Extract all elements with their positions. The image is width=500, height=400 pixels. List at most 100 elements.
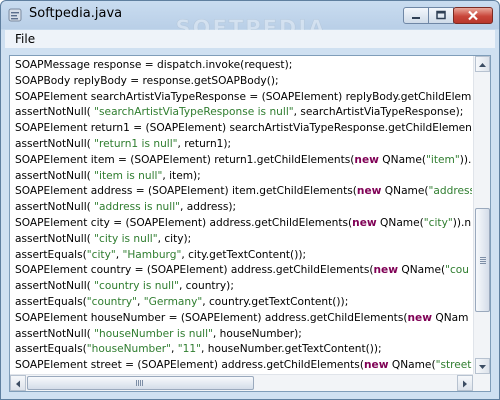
code-text: , country.getTextContent()); bbox=[202, 295, 349, 308]
code-line: assertNotNull( "city is null", city); bbox=[15, 232, 472, 248]
arrow-right-icon bbox=[463, 380, 467, 388]
code-text: , country); bbox=[178, 280, 234, 293]
code-text: , city); bbox=[157, 232, 192, 245]
string-literal: "city is null" bbox=[94, 232, 158, 245]
code-text: SOAPBody replyBody = response.getSOAPBod… bbox=[15, 74, 279, 87]
code-line: assertNotNull( "searchArtistViaTypeRespo… bbox=[15, 105, 472, 121]
string-literal: "houseNumber" bbox=[86, 343, 172, 356]
code-line: assertNotNull( "country is null", countr… bbox=[15, 279, 472, 295]
code-line: assertNotNull( "return1 is null", return… bbox=[15, 137, 472, 153]
string-literal: "11" bbox=[177, 343, 202, 356]
string-literal: "city" bbox=[423, 216, 453, 229]
code-text: SOAPElement houseNumber = (SOAPElement) … bbox=[15, 311, 408, 324]
code-text: SOAPElement country = (SOAPElement) addr… bbox=[15, 264, 374, 277]
arrow-down-icon bbox=[479, 365, 486, 369]
scroll-right-button[interactable] bbox=[457, 375, 473, 391]
vertical-scroll-thumb[interactable] bbox=[475, 208, 490, 312]
code-text: , item); bbox=[162, 169, 201, 182]
code-line: SOAPMessage response = dispatch.invoke(r… bbox=[15, 58, 472, 74]
window-title: Softpedia.java bbox=[29, 6, 123, 21]
code-line: assertNotNull( "houseNumber is null", ho… bbox=[15, 327, 472, 343]
code-text: QNam bbox=[432, 311, 469, 324]
code-text: assertEquals( bbox=[15, 295, 87, 308]
arrow-up-icon bbox=[479, 63, 486, 67]
code-text: SOAPElement city = (SOAPElement) address… bbox=[15, 216, 353, 229]
code-line: SOAPElement city = (SOAPElement) address… bbox=[15, 216, 472, 232]
code-text: , bbox=[137, 295, 144, 308]
code-line: assertEquals("city", "Hamburg", city.get… bbox=[15, 248, 472, 264]
code-line: assertNotNull( "item is null", item); bbox=[15, 169, 472, 185]
string-literal: "item" bbox=[426, 153, 460, 166]
keyword: new bbox=[352, 216, 377, 229]
code-text: , return1); bbox=[177, 137, 232, 150]
code-text: , houseNumber.getTextContent()); bbox=[201, 343, 382, 356]
code-text: assertNotNull( bbox=[15, 201, 95, 214]
code-editor[interactable]: SOAPMessage response = dispatch.invoke(r… bbox=[9, 55, 491, 392]
code-text-area[interactable]: SOAPMessage response = dispatch.invoke(r… bbox=[10, 56, 472, 374]
code-text: QName( bbox=[381, 185, 429, 198]
maximize-icon bbox=[436, 10, 446, 20]
keyword: new bbox=[363, 359, 389, 372]
maximize-button[interactable] bbox=[428, 7, 454, 24]
arrow-left-icon bbox=[16, 380, 20, 388]
code-text: assertEquals( bbox=[15, 343, 87, 356]
code-text: )). bbox=[459, 153, 472, 166]
menu-bar: File bbox=[5, 30, 495, 48]
code-text: SOAPMessage response = dispatch.invoke(r… bbox=[15, 59, 293, 71]
string-literal: "houseNumber is null" bbox=[94, 327, 213, 340]
menu-file[interactable]: File bbox=[15, 32, 35, 46]
scroll-left-button[interactable] bbox=[10, 375, 26, 391]
code-text: , address); bbox=[180, 201, 237, 214]
code-line: SOAPBody replyBody = response.getSOAPBod… bbox=[15, 74, 472, 90]
string-literal: "searchArtistViaTypeResponse is null" bbox=[94, 106, 294, 119]
scroll-up-button[interactable] bbox=[475, 56, 490, 72]
code-line: SOAPElement country = (SOAPElement) addr… bbox=[15, 263, 472, 279]
code-text: SOAPElement return1 = (SOAPElement) sear… bbox=[15, 122, 472, 135]
app-window: Softpedia.java SOFTPEDIA File SOAPMessag… bbox=[0, 0, 500, 400]
code-line: assertEquals("country", "Germany", count… bbox=[15, 295, 472, 311]
string-literal: "address is null" bbox=[94, 201, 181, 214]
code-text: SOAPElement address = (SOAPElement) item… bbox=[15, 185, 357, 198]
code-text: assertEquals( bbox=[15, 248, 87, 261]
code-line: assertEquals("houseNumber", "11", houseN… bbox=[15, 342, 472, 358]
keyword: new bbox=[354, 153, 379, 166]
string-literal: "item is null" bbox=[94, 169, 163, 182]
code-line: SOAPElement houseNumber = (SOAPElement) … bbox=[15, 311, 472, 327]
minimize-icon bbox=[412, 17, 420, 19]
code-text: assertNotNull( bbox=[15, 137, 95, 150]
keyword: new bbox=[356, 185, 382, 198]
code-text: , bbox=[171, 343, 178, 356]
string-literal: "country is null" bbox=[94, 280, 179, 293]
close-icon bbox=[468, 10, 478, 21]
code-text: assertNotNull( bbox=[15, 280, 95, 293]
horizontal-scrollbar[interactable] bbox=[10, 374, 473, 391]
horizontal-scroll-thumb[interactable] bbox=[27, 376, 254, 390]
string-literal: "city" bbox=[86, 248, 116, 261]
vertical-scrollbar[interactable] bbox=[473, 56, 490, 374]
code-line: SOAPElement address = (SOAPElement) item… bbox=[15, 184, 472, 200]
code-text: )).n bbox=[452, 216, 472, 229]
code-text: , city.getTextContent()); bbox=[181, 248, 307, 261]
code-text: assertNotNull( bbox=[15, 106, 95, 119]
code-line: SOAPElement street = (SOAPElement) addre… bbox=[15, 358, 472, 374]
code-text: QName( bbox=[388, 359, 436, 372]
code-text: assertNotNull( bbox=[15, 169, 95, 182]
code-line: SOAPElement item = (SOAPElement) return1… bbox=[15, 153, 472, 169]
string-literal: "street" bbox=[435, 359, 472, 372]
code-line: SOAPElement searchArtistViaTypeResponse … bbox=[15, 90, 472, 106]
close-button[interactable] bbox=[453, 7, 493, 24]
code-text: assertNotNull( bbox=[15, 327, 95, 340]
scroll-down-button[interactable] bbox=[475, 358, 490, 374]
minimize-button[interactable] bbox=[403, 7, 429, 24]
code-text: , searchArtistViaTypeResponse); bbox=[293, 106, 464, 119]
code-text: SOAPElement street = (SOAPElement) addre… bbox=[15, 359, 364, 372]
string-literal: "Germany" bbox=[143, 295, 203, 308]
code-text: QName( bbox=[378, 153, 427, 166]
code-text: assertNotNull( bbox=[15, 232, 95, 245]
code-text: SOAPElement searchArtistViaTypeResponse … bbox=[15, 90, 472, 103]
string-literal: "address" bbox=[428, 185, 472, 198]
keyword: new bbox=[407, 311, 432, 324]
string-literal: "return1 is null" bbox=[94, 137, 178, 150]
code-text: SOAPElement item = (SOAPElement) return1… bbox=[15, 153, 355, 166]
scrollbar-corner bbox=[473, 374, 490, 391]
